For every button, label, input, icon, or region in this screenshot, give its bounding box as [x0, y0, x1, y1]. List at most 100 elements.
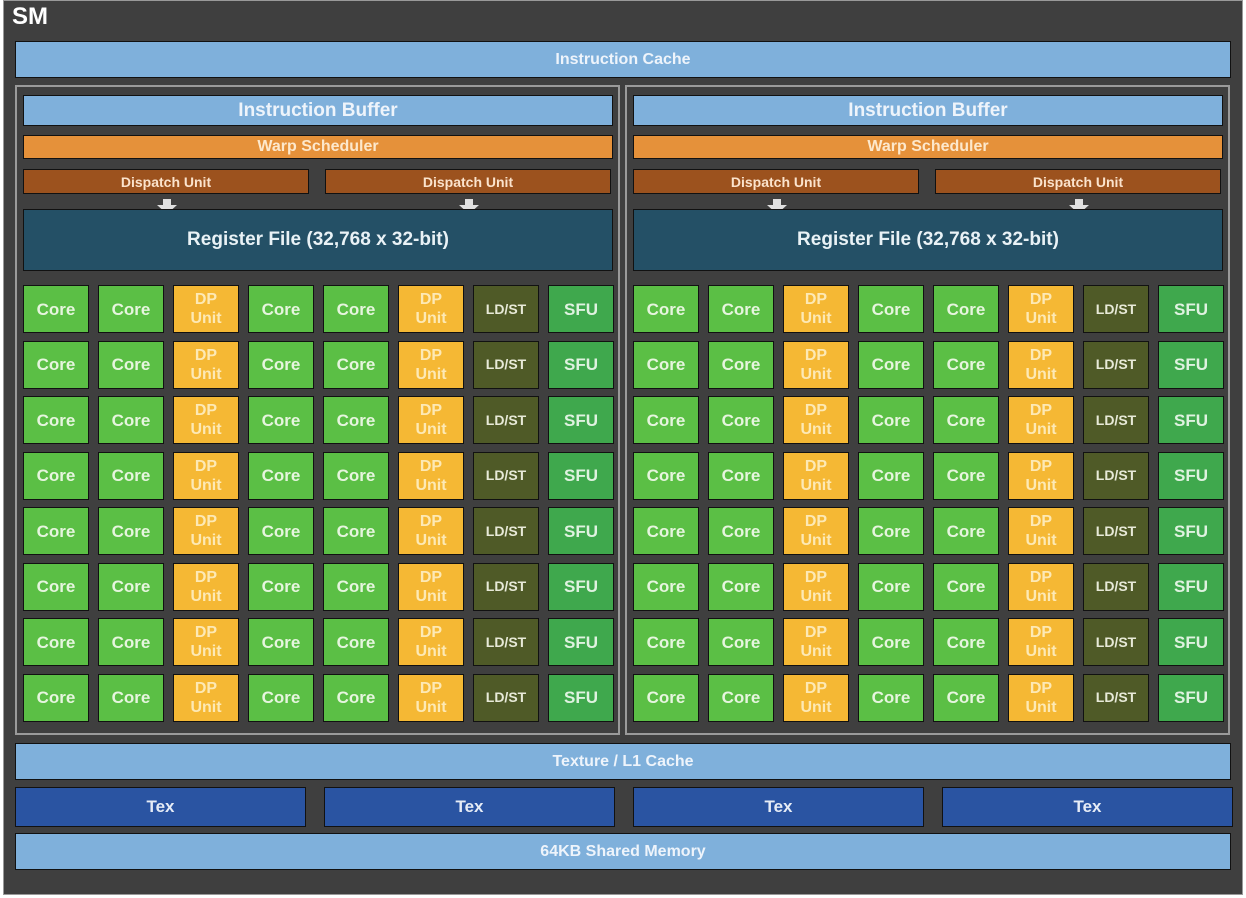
dispatch-unit: Dispatch Unit: [325, 169, 611, 194]
core-unit: Core: [23, 618, 89, 666]
core-unit: Core: [858, 507, 924, 555]
core-unit: Core: [933, 674, 999, 722]
instruction-buffer: Instruction Buffer: [633, 95, 1223, 126]
sfu-unit: SFU: [548, 507, 614, 555]
dp-unit-unit: DPUnit: [1008, 452, 1074, 500]
core-unit: Core: [323, 507, 389, 555]
register-file: Register File (32,768 x 32-bit): [633, 209, 1223, 271]
core-unit: Core: [98, 618, 164, 666]
core-unit: Core: [633, 674, 699, 722]
core-unit: Core: [248, 341, 314, 389]
ld-st-unit: LD/ST: [473, 396, 539, 444]
dp-unit-unit: DPUnit: [173, 452, 239, 500]
ld-st-unit: LD/ST: [1083, 452, 1149, 500]
sfu-unit: SFU: [1158, 341, 1224, 389]
core-unit: Core: [708, 452, 774, 500]
ld-st-unit: LD/ST: [1083, 396, 1149, 444]
ld-st-unit: LD/ST: [473, 285, 539, 333]
core-unit: Core: [933, 563, 999, 611]
sfu-unit: SFU: [1158, 396, 1224, 444]
core-unit: Core: [633, 452, 699, 500]
core-unit: Core: [323, 396, 389, 444]
core-unit: Core: [98, 285, 164, 333]
sfu-unit: SFU: [548, 396, 614, 444]
core-unit: Core: [98, 563, 164, 611]
core-unit: Core: [23, 674, 89, 722]
dp-unit-unit: DPUnit: [1008, 674, 1074, 722]
dp-unit-unit: DPUnit: [783, 285, 849, 333]
dp-unit-unit: DPUnit: [398, 285, 464, 333]
tex-unit: Tex: [324, 787, 615, 827]
sfu-unit: SFU: [548, 674, 614, 722]
dp-unit-unit: DPUnit: [173, 674, 239, 722]
core-unit: Core: [858, 452, 924, 500]
core-unit: Core: [633, 396, 699, 444]
texture-l1-cache: Texture / L1 Cache: [15, 743, 1231, 780]
dp-unit-unit: DPUnit: [398, 674, 464, 722]
ld-st-unit: LD/ST: [473, 674, 539, 722]
core-unit: Core: [933, 507, 999, 555]
core-unit: Core: [708, 396, 774, 444]
dp-unit-unit: DPUnit: [1008, 285, 1074, 333]
dp-unit-unit: DPUnit: [1008, 341, 1074, 389]
sfu-unit: SFU: [1158, 452, 1224, 500]
dp-unit-unit: DPUnit: [398, 341, 464, 389]
dp-unit-unit: DPUnit: [1008, 563, 1074, 611]
core-unit: Core: [323, 285, 389, 333]
dp-unit-unit: DPUnit: [783, 507, 849, 555]
dispatch-unit: Dispatch Unit: [23, 169, 309, 194]
ld-st-unit: LD/ST: [1083, 285, 1149, 333]
ld-st-unit: LD/ST: [473, 341, 539, 389]
core-unit: Core: [858, 341, 924, 389]
dp-unit-unit: DPUnit: [783, 341, 849, 389]
core-unit: Core: [23, 285, 89, 333]
core-unit: Core: [98, 507, 164, 555]
dp-unit-unit: DPUnit: [173, 507, 239, 555]
core-unit: Core: [933, 452, 999, 500]
core-unit: Core: [858, 563, 924, 611]
dp-unit-unit: DPUnit: [173, 396, 239, 444]
dp-unit-unit: DPUnit: [398, 563, 464, 611]
register-file: Register File (32,768 x 32-bit): [23, 209, 613, 271]
dp-unit-unit: DPUnit: [398, 452, 464, 500]
instruction-buffer: Instruction Buffer: [23, 95, 613, 126]
shared-memory: 64KB Shared Memory: [15, 833, 1231, 870]
sm-title: SM: [12, 3, 48, 31]
core-unit: Core: [633, 285, 699, 333]
core-unit: Core: [708, 341, 774, 389]
core-unit: Core: [633, 618, 699, 666]
dp-unit-unit: DPUnit: [173, 285, 239, 333]
dp-unit-unit: DPUnit: [783, 674, 849, 722]
sfu-unit: SFU: [548, 618, 614, 666]
warp-scheduler: Warp Scheduler: [633, 135, 1223, 159]
core-unit: Core: [248, 618, 314, 666]
dp-unit-unit: DPUnit: [398, 396, 464, 444]
core-unit: Core: [858, 674, 924, 722]
sm-partition: Instruction BufferWarp SchedulerDispatch…: [625, 85, 1230, 735]
sm-block: SM Instruction Cache Instruction BufferW…: [3, 0, 1243, 895]
core-unit: Core: [23, 396, 89, 444]
dp-unit-unit: DPUnit: [1008, 618, 1074, 666]
ld-st-unit: LD/ST: [1083, 618, 1149, 666]
core-unit: Core: [633, 563, 699, 611]
sfu-unit: SFU: [1158, 563, 1224, 611]
core-unit: Core: [323, 563, 389, 611]
dp-unit-unit: DPUnit: [173, 341, 239, 389]
ld-st-unit: LD/ST: [1083, 507, 1149, 555]
core-unit: Core: [248, 285, 314, 333]
core-unit: Core: [858, 396, 924, 444]
ld-st-unit: LD/ST: [473, 452, 539, 500]
core-unit: Core: [708, 507, 774, 555]
core-unit: Core: [933, 396, 999, 444]
sfu-unit: SFU: [1158, 674, 1224, 722]
ld-st-unit: LD/ST: [473, 563, 539, 611]
core-unit: Core: [708, 674, 774, 722]
core-unit: Core: [23, 507, 89, 555]
ld-st-unit: LD/ST: [473, 507, 539, 555]
core-unit: Core: [323, 618, 389, 666]
dp-unit-unit: DPUnit: [398, 507, 464, 555]
sfu-unit: SFU: [1158, 618, 1224, 666]
dp-unit-unit: DPUnit: [1008, 507, 1074, 555]
sfu-unit: SFU: [1158, 285, 1224, 333]
core-unit: Core: [858, 618, 924, 666]
